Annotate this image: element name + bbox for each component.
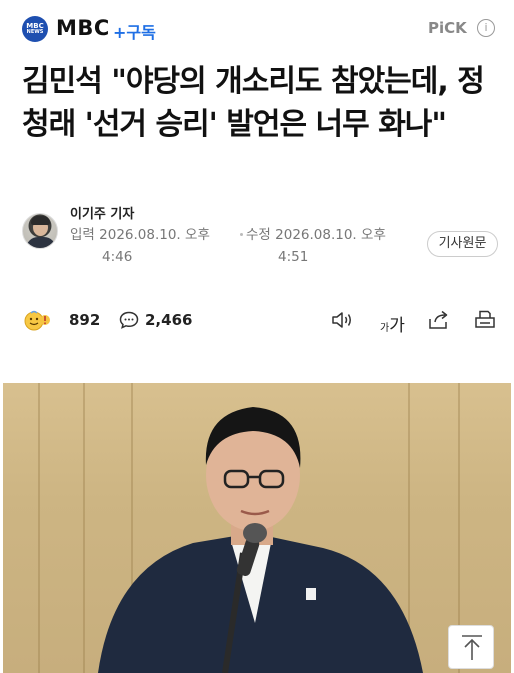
print-icon[interactable] bbox=[474, 309, 496, 331]
reporter-avatar[interactable] bbox=[22, 213, 58, 249]
reporter-name[interactable]: 이기주 기자 bbox=[70, 203, 134, 222]
scroll-to-top-button[interactable] bbox=[448, 625, 494, 669]
published-date: 입력 2026.08.10. 오후 4:46 bbox=[70, 227, 210, 265]
date-separator bbox=[240, 233, 243, 236]
pick-label: PiCK bbox=[428, 19, 467, 37]
subscribe-button[interactable]: +구독 bbox=[113, 19, 156, 43]
info-icon[interactable]: i bbox=[477, 19, 495, 37]
font-size-icon[interactable]: 가가 bbox=[380, 311, 405, 336]
press-name[interactable]: MBC bbox=[56, 16, 110, 40]
press-header: MBC NEWS MBC +구독 PiCK i bbox=[0, 0, 514, 58]
article-headline: 김민석 "야당의 개소리도 참았는데, 정청래 '선거 승리' 발언은 너무 화… bbox=[22, 64, 485, 142]
comment-icon[interactable] bbox=[119, 311, 139, 329]
original-article-button[interactable]: 기사원문 bbox=[427, 231, 498, 257]
audio-icon[interactable] bbox=[330, 309, 354, 331]
article-photo bbox=[3, 383, 511, 673]
reaction-emoji-icon[interactable] bbox=[24, 309, 50, 331]
share-icon[interactable] bbox=[427, 309, 451, 331]
arrow-up-icon bbox=[462, 635, 482, 660]
comment-count: 2,466 bbox=[145, 311, 193, 329]
press-logo[interactable]: MBC NEWS bbox=[22, 16, 48, 42]
modified-date: 수정 2026.08.10. 오후 4:51 bbox=[246, 227, 386, 265]
reaction-count: 892 bbox=[69, 311, 101, 329]
speaker-figure bbox=[98, 407, 423, 673]
